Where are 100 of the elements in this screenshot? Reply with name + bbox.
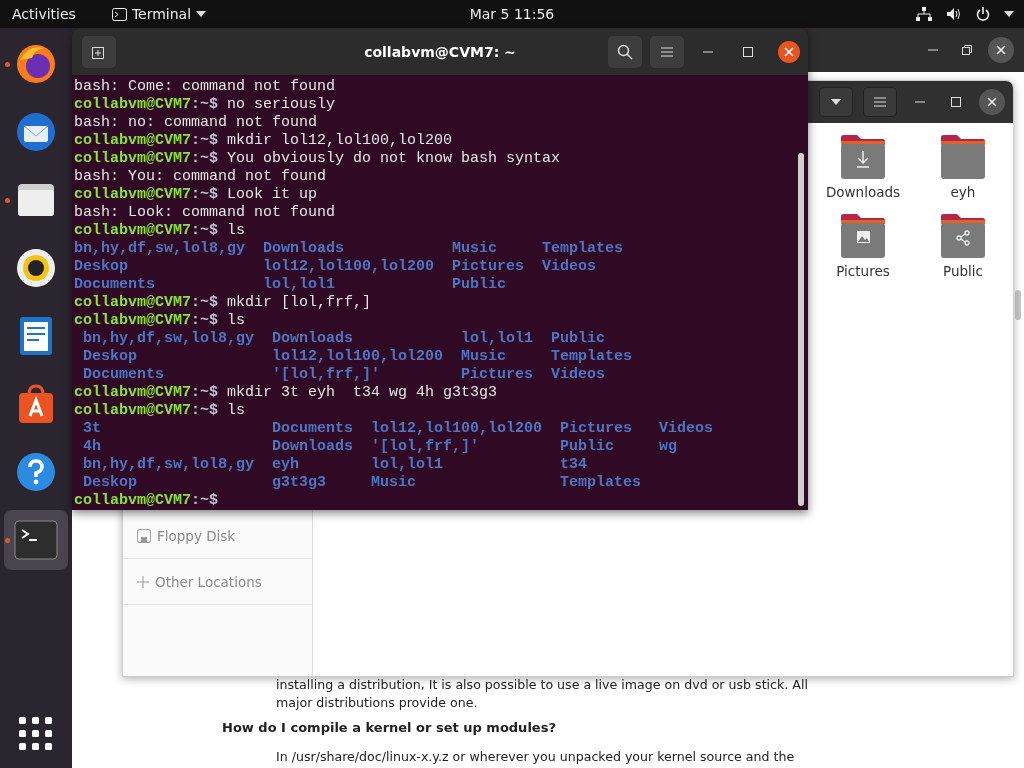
listing-entry: Videos — [551, 366, 607, 384]
power-icon[interactable] — [976, 7, 990, 21]
listing-entry: Templates — [542, 240, 624, 258]
scrollbar[interactable] — [1015, 290, 1021, 320]
listing-entry: Documents — [74, 276, 156, 294]
listing-entry: Deskop — [83, 474, 138, 492]
terminal-command: ls — [226, 402, 246, 419]
listing-entry: eyh — [272, 456, 301, 474]
volume-icon[interactable] — [946, 7, 962, 21]
network-icon[interactable] — [916, 7, 932, 21]
prompt-path: :~$ — [191, 402, 219, 419]
prompt-user: collabvm@CVM7 — [74, 492, 192, 509]
listing-entry: wg — [659, 438, 679, 456]
speaker-icon — [14, 246, 58, 290]
prompt-user: collabvm@CVM7 — [74, 294, 192, 311]
terminal-command: mkdir 3t eyh t34 wg 4h g3t3g3 — [226, 384, 498, 401]
listing-entry: Music — [371, 474, 418, 492]
body-paragraph: installing a distribution, It is also possible to use a live image on dvd or usb stick. All major distributions provide one. — [276, 676, 809, 711]
minimize-icon — [703, 50, 713, 53]
prompt-path: :~$ — [191, 132, 219, 149]
menu-icon — [661, 46, 673, 57]
dropdown-button[interactable] — [819, 87, 853, 117]
terminal-output: bash: Look: command not found — [74, 204, 337, 222]
prompt-user: collabvm@CVM7 — [74, 312, 192, 329]
close-button[interactable] — [979, 89, 1005, 115]
listing-entry: lol12,lol100,lol200 — [272, 348, 444, 366]
terminal-command: ls — [226, 312, 246, 329]
listing-entry: Public — [560, 438, 616, 456]
folder-item[interactable]: Public — [913, 212, 1013, 279]
section-heading: How do I compile a kernel or set up modules? — [222, 719, 557, 737]
activities-button[interactable]: Activities — [12, 6, 76, 22]
listing-entry: Music — [452, 240, 499, 258]
prompt-user: collabvm@CVM7 — [74, 222, 192, 239]
terminal-command: mkdir [lol,frf,] — [226, 294, 372, 311]
caret-icon — [831, 99, 841, 105]
listing-entry: '[lol,frf,]' — [272, 366, 382, 384]
terminal-output: bash: no: command not found — [74, 114, 319, 132]
listing-entry: lol,lol1 — [461, 330, 534, 348]
folder-item[interactable]: Pictures — [813, 212, 913, 279]
prompt-user: collabvm@CVM7 — [74, 384, 192, 401]
listing-entry: 3t — [83, 420, 102, 438]
listing-entry: Documents — [83, 366, 165, 384]
menu-button[interactable] — [863, 87, 897, 117]
listing-entry: Downloads — [272, 330, 355, 348]
prompt-path: :~$ — [191, 96, 219, 113]
new-tab-button[interactable] — [82, 35, 116, 68]
envelope-icon — [14, 110, 58, 154]
minimize-icon — [928, 49, 938, 51]
scrollbar[interactable] — [798, 153, 804, 506]
terminal-command: Look it up — [226, 186, 318, 203]
folder-item[interactable]: eyh — [913, 133, 1013, 200]
caret-icon[interactable] — [1004, 11, 1014, 17]
listing-entry: 4h — [83, 438, 102, 456]
restore-icon — [962, 45, 972, 55]
folder-icon — [839, 133, 887, 181]
terminal-output: bash: Come: command not found — [74, 78, 337, 96]
prompt-user: collabvm@CVM7 — [74, 132, 192, 149]
listing-entry: Downloads — [272, 438, 354, 456]
listing-entry: Public — [452, 276, 508, 294]
maximize-icon — [743, 46, 753, 57]
folder-icon — [939, 133, 987, 181]
close-button[interactable] — [778, 40, 800, 63]
listing-entry: Pictures — [452, 258, 525, 276]
listing-entry: Pictures — [560, 420, 634, 438]
prompt-path: :~$ — [191, 312, 219, 329]
menu-button[interactable] — [650, 35, 684, 68]
close-icon — [987, 97, 997, 107]
terminal-icon — [14, 520, 58, 560]
globe-icon — [14, 42, 58, 86]
window-title: collabvm@CVM7: ~ — [364, 43, 516, 60]
listing-entry: bn,hy,df,sw,lol8,gy — [83, 456, 255, 474]
listing-entry: Deskop — [74, 258, 129, 276]
listing-entry: lol,lol1 — [371, 456, 445, 474]
prompt-user: collabvm@CVM7 — [74, 150, 192, 167]
minimize-icon — [915, 101, 925, 103]
listing-entry: Public — [551, 330, 607, 348]
listing-entry: bn,hy,df,sw,lol8,gy — [74, 240, 246, 258]
close-icon — [784, 46, 794, 57]
prompt-user: collabvm@CVM7 — [74, 402, 192, 419]
app-menu[interactable]: Terminal — [111, 6, 207, 22]
folder-item[interactable]: Downloads — [813, 133, 913, 200]
close-button[interactable] — [988, 37, 1014, 63]
maximize-icon — [951, 97, 961, 107]
clock[interactable]: Mar 5 11:56 — [469, 6, 555, 22]
listing-entry: bn,hy,df,sw,lol8,gy — [83, 330, 255, 348]
listing-entry: Music — [461, 348, 508, 366]
listing-entry: Downloads — [263, 240, 346, 258]
listing-entry: Videos — [659, 420, 714, 438]
prompt-user: collabvm@CVM7 — [74, 186, 192, 203]
help-icon — [14, 450, 58, 494]
listing-entry: Templates — [551, 348, 633, 366]
search-button[interactable] — [608, 35, 642, 68]
new-tab-icon — [92, 44, 106, 59]
listing-entry: t34 — [560, 456, 589, 474]
folder-icon — [939, 212, 987, 260]
prompt-path: :~$ — [191, 492, 219, 509]
menu-icon — [874, 97, 886, 107]
listing-entry: Deskop — [83, 348, 138, 366]
plus-icon — [137, 575, 149, 588]
prompt-user: collabvm@CVM7 — [74, 96, 192, 113]
